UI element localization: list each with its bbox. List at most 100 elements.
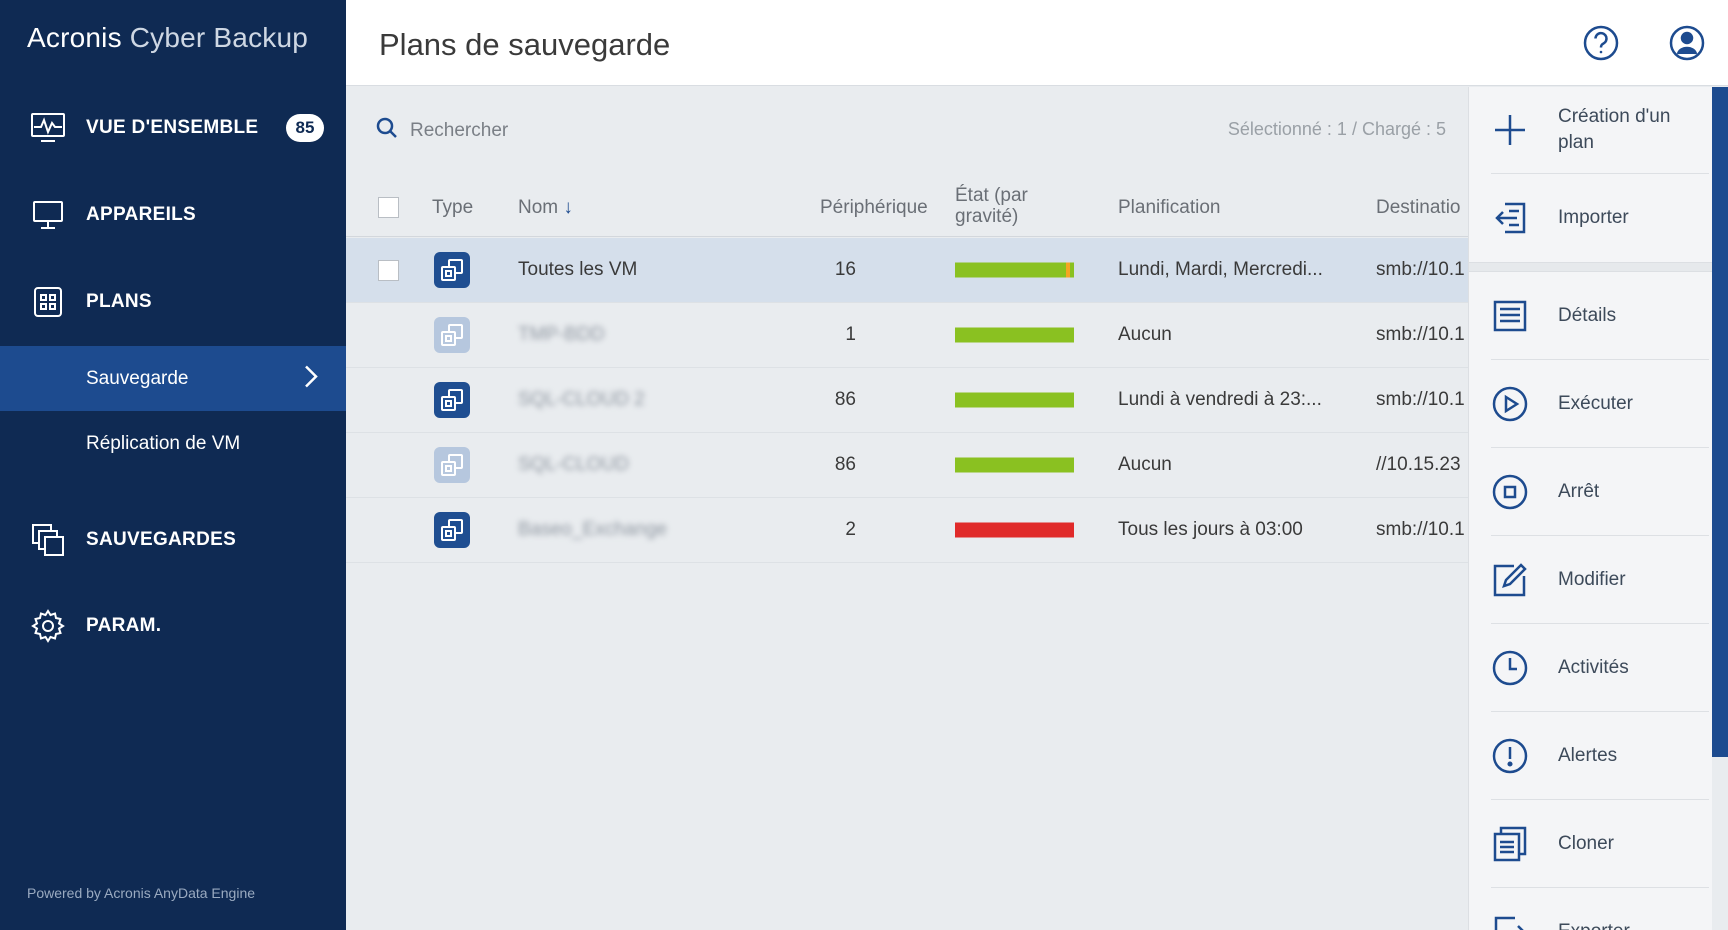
page-header: Plans de sauvegarde [346,0,1728,86]
gear-icon [30,608,66,644]
edit-icon [1491,561,1529,599]
action-label: Exécuter [1558,392,1633,414]
import-button[interactable]: Importer [1491,174,1709,262]
action-label: Détails [1558,304,1617,326]
plan-type-icon [434,447,470,483]
actions-panel: Création d'un plan Importer Détails Exéc… [1468,87,1713,930]
action-label: Cloner [1558,832,1614,854]
sidebar-subitem-label: Réplication de VM [86,432,241,454]
clock-icon [1491,649,1529,687]
schedule: Lundi, Mardi, Mercredi... [1118,259,1323,280]
select-all-checkbox[interactable] [378,197,399,218]
device-count: 86 [834,389,856,410]
backups-icon [30,522,66,558]
sidebar-item-backups[interactable]: SAUVEGARDES [0,515,346,565]
plan-type-icon [434,252,470,288]
user-icon[interactable] [1668,24,1706,62]
sidebar-item-overview[interactable]: VUE D'ENSEMBLE 85 [0,103,346,153]
search-input[interactable]: Rechercher [410,120,508,142]
action-label: Modifier [1558,568,1626,590]
destination: smb://10.1 [1376,324,1465,345]
column-name-label: Nom [518,197,559,218]
scrollbar-thumb[interactable] [1712,87,1728,757]
sidebar-subitem-backup[interactable]: Sauvegarde [0,346,346,411]
export-button[interactable]: Exporter [1491,888,1709,930]
table-row[interactable]: SQL-CLOUD 2 86 Lundi à vendredi à 23:...… [346,368,1468,433]
column-schedule[interactable]: Planification [1118,197,1220,219]
table-row[interactable]: Baseo_Exchange 2 Tous les jours à 03:00 … [346,498,1468,563]
stop-icon [1491,473,1529,511]
schedule: Tous les jours à 03:00 [1118,519,1303,540]
plan-type-icon [434,317,470,353]
powered-by-text: Powered by Acronis AnyData Engine [27,885,256,901]
table-row[interactable]: Toutes les VM 16 Lundi, Mardi, Mercredi.… [346,238,1468,303]
create-plan-button[interactable]: Création d'un plan [1491,87,1709,174]
sidebar-item-settings[interactable]: PARAM. [0,601,346,651]
help-icon[interactable] [1582,24,1620,62]
plan-name[interactable]: SQL-CLOUD [518,454,629,476]
column-name[interactable]: Nom ↓ [518,197,573,219]
destination: smb://10.1 [1376,389,1465,410]
import-icon [1491,199,1529,237]
plans-content: Rechercher Sélectionné : 1 / Chargé : 5 … [346,87,1468,930]
schedule: Lundi à vendredi à 23:... [1118,389,1322,410]
search-box[interactable]: Rechercher [376,117,508,144]
activities-button[interactable]: Activités [1491,624,1709,712]
column-type[interactable]: Type [432,197,473,219]
panel-scrollbar[interactable] [1712,87,1728,930]
table-row[interactable]: SQL-CLOUD 86 Aucun //10.15.23 [346,433,1468,498]
edit-button[interactable]: Modifier [1491,536,1709,624]
table-row[interactable]: TMP-BDD 1 Aucun smb://10.1 [346,303,1468,368]
stop-button[interactable]: Arrêt [1491,448,1709,536]
sidebar: Acronis Cyber Backup VUE D'ENSEMBLE 85 A… [0,0,346,930]
plan-type-icon [434,382,470,418]
device-count: 16 [834,259,856,280]
sidebar-subitem-vm-replication[interactable]: Réplication de VM [0,411,346,476]
sort-descending-icon: ↓ [563,197,573,218]
column-device[interactable]: Périphérique [820,197,928,219]
device-count: 1 [845,324,856,345]
page-title: Plans de sauvegarde [379,27,671,62]
plus-icon [1491,111,1529,149]
column-destination[interactable]: Destinatio [1376,197,1468,219]
sidebar-item-label: PARAM. [86,615,162,636]
plan-name[interactable]: Baseo_Exchange [518,519,667,541]
export-icon [1491,913,1529,930]
run-button[interactable]: Exécuter [1491,360,1709,448]
plan-name[interactable]: TMP-BDD [518,324,605,346]
schedule: Aucun [1118,454,1172,475]
sidebar-item-label: SAUVEGARDES [86,529,237,550]
action-label: Activités [1558,656,1629,678]
state-bar [955,392,1074,408]
notification-badge: 85 [286,114,324,142]
destination: smb://10.1 [1376,519,1465,540]
action-label: Exporter [1558,919,1630,930]
alert-icon [1491,737,1529,775]
overview-icon [30,110,66,146]
state-bar [955,522,1074,538]
details-button[interactable]: Détails [1491,272,1709,360]
state-bar [955,457,1074,473]
plan-name[interactable]: SQL-CLOUD 2 [518,389,645,411]
details-icon [1491,297,1529,335]
destination: smb://10.1 [1376,259,1465,280]
clone-icon [1491,825,1529,863]
sidebar-item-devices[interactable]: APPAREILS [0,190,346,240]
clone-button[interactable]: Cloner [1491,800,1709,888]
destination: //10.15.23 [1376,454,1461,475]
action-label: Création d'un plan [1558,106,1671,153]
row-checkbox[interactable] [378,260,399,281]
sidebar-item-plans[interactable]: PLANS [0,277,346,327]
action-label: Importer [1558,207,1629,228]
sidebar-item-label: PLANS [86,291,152,312]
brand-logo: Acronis Cyber Backup [27,22,308,54]
device-count: 2 [845,519,856,540]
table-header: Type Nom ↓ Périphérique État (par gravit… [346,179,1468,237]
play-icon [1491,385,1529,423]
search-icon [376,117,398,144]
alerts-button[interactable]: Alertes [1491,712,1709,800]
column-state[interactable]: État (par gravité) [955,185,1065,227]
plans-icon [30,284,66,320]
plan-name[interactable]: Toutes les VM [518,259,637,281]
action-label: Alertes [1558,744,1618,766]
